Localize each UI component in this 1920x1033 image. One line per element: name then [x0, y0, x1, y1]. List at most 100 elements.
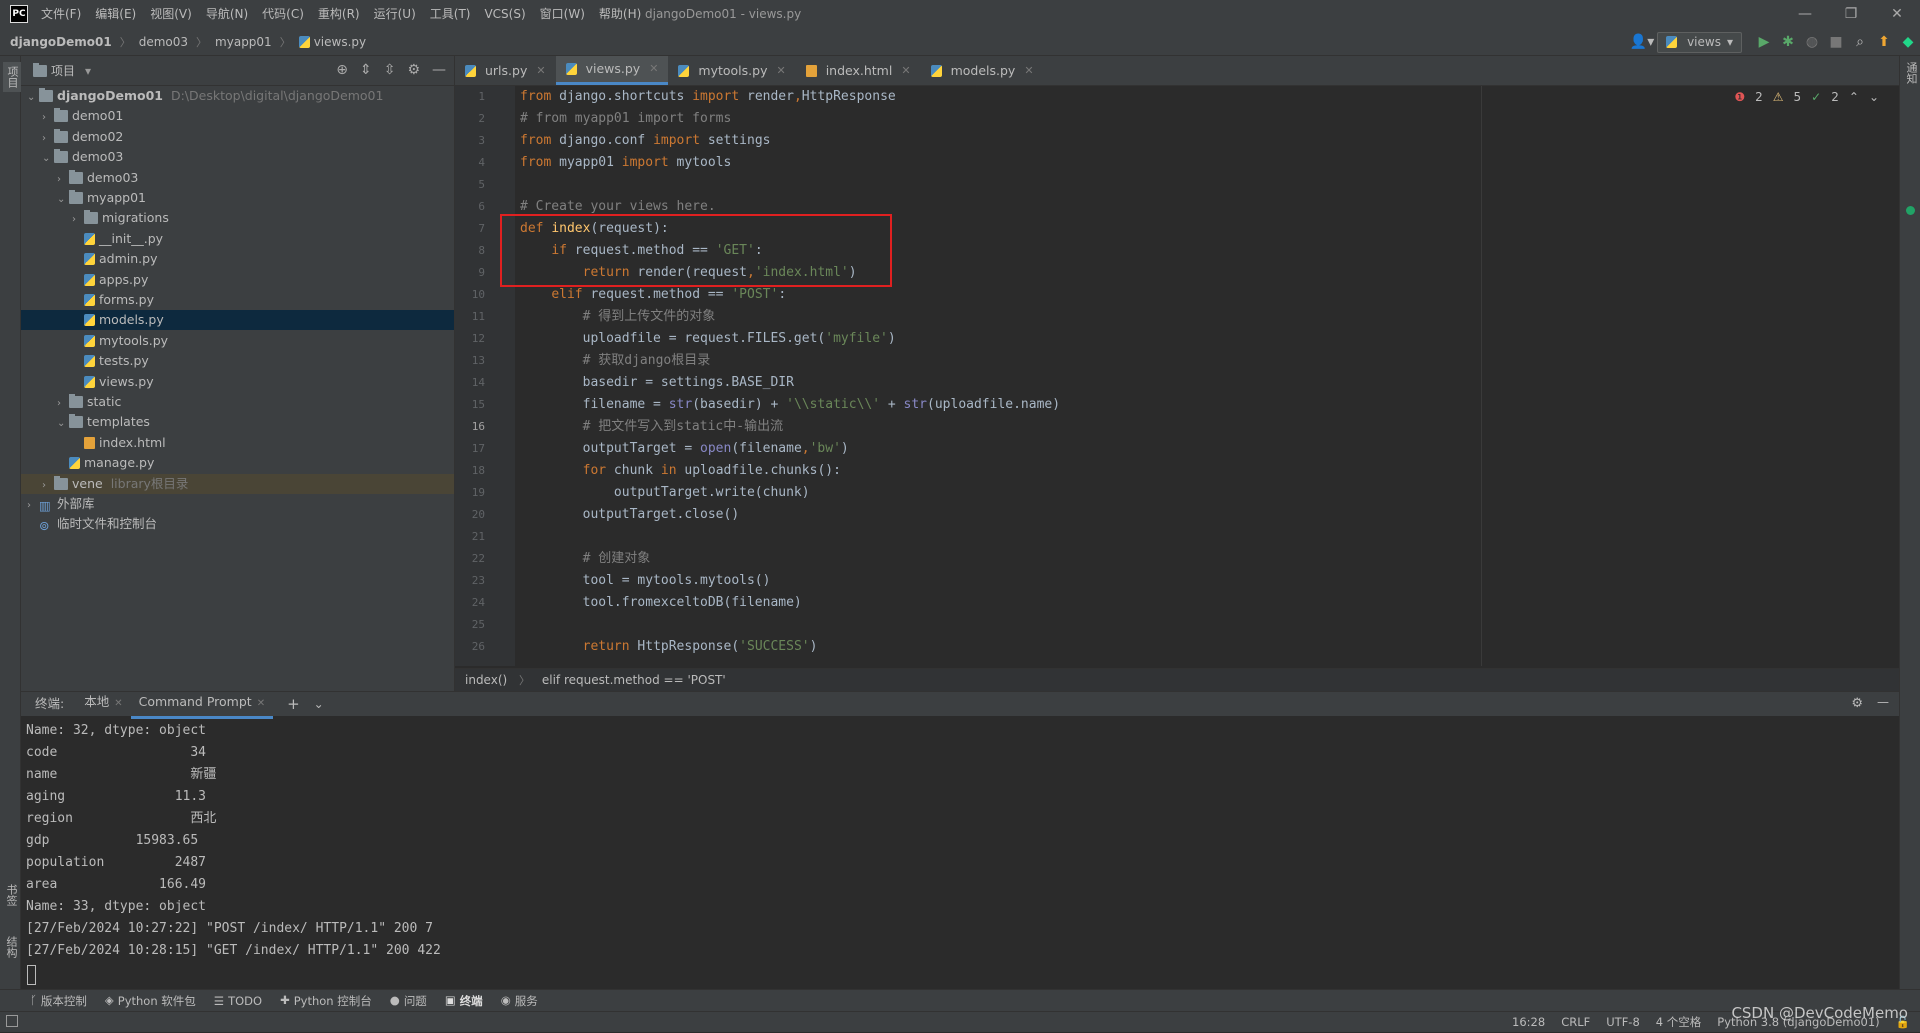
chevron-right-icon[interactable]: › [42, 129, 54, 149]
chevron-right-icon[interactable]: › [27, 496, 39, 516]
project-tool-tab[interactable]: 项目 [3, 62, 21, 92]
tree-item[interactable]: ⌄ myapp01 [21, 188, 454, 208]
menu-item[interactable]: 视图(V) [143, 0, 199, 28]
notifications-tool-tab[interactable]: 通知 [1903, 62, 1919, 84]
chevron-down-icon[interactable]: ⌄ [42, 149, 54, 169]
tool-window-button[interactable]: ▣ 终端 [445, 993, 483, 1009]
menu-item[interactable]: 文件(F) [34, 0, 88, 28]
breadcrumb-project[interactable]: djangoDemo01 [10, 35, 112, 49]
tree-item[interactable]: manage.py [21, 453, 454, 473]
editor-tab[interactable]: urls.py ✕ [455, 56, 556, 85]
tree-item[interactable]: › demo02 [21, 127, 454, 147]
menu-item[interactable]: 代码(C) [255, 0, 311, 28]
terminal-tab[interactable]: 本地 ✕ [76, 690, 130, 719]
editor-tab[interactable]: mytools.py ✕ [668, 56, 795, 85]
ide-logo-icon[interactable]: ◆ [1896, 34, 1920, 50]
tree-item[interactable]: › demo01 [21, 106, 454, 126]
line-separator[interactable]: CRLF [1561, 1012, 1590, 1033]
chevron-right-icon[interactable]: › [42, 476, 54, 496]
chevron-down-icon[interactable]: ⌄ [57, 190, 69, 210]
menu-item[interactable]: 重构(R) [311, 0, 367, 28]
tree-item[interactable]: ⌄ demo03 [21, 147, 454, 167]
chevron-down-icon[interactable]: ⌄ [1869, 90, 1879, 104]
debug-icon[interactable]: ✱ [1776, 34, 1800, 50]
indent-setting[interactable]: 4 个空格 [1656, 1012, 1701, 1033]
locate-icon[interactable]: ⊕ [336, 62, 348, 78]
menu-item[interactable]: 编辑(E) [88, 0, 143, 28]
breadcrumb-function[interactable]: index() [465, 673, 507, 687]
tree-item[interactable]: ⊚ 临时文件和控制台 [21, 514, 454, 534]
tool-window-button[interactable]: ✚ Python 控制台 [280, 993, 372, 1009]
tree-item[interactable]: ⌄ templates [21, 412, 454, 432]
close-window-button[interactable]: ✕ [1874, 0, 1920, 28]
tree-item[interactable]: mytools.py [21, 331, 454, 351]
minimize-button[interactable]: — [1782, 0, 1828, 28]
close-icon[interactable]: ✕ [901, 56, 910, 86]
tree-item[interactable]: admin.py [21, 249, 454, 269]
close-icon[interactable]: ✕ [114, 698, 122, 709]
editor-tab[interactable]: index.html ✕ [796, 56, 921, 85]
tool-window-button[interactable]: ● 问题 [390, 993, 427, 1009]
tree-item[interactable]: › demo03 [21, 168, 454, 188]
file-encoding[interactable]: UTF-8 [1606, 1012, 1640, 1033]
chevron-right-icon[interactable]: › [57, 394, 69, 414]
tree-item[interactable]: apps.py [21, 270, 454, 290]
tool-window-button[interactable]: ◉ 服务 [501, 993, 538, 1009]
gear-icon[interactable]: ⚙ [1851, 696, 1863, 711]
tool-window-button[interactable]: ◈ Python 软件包 [105, 993, 196, 1009]
chevron-right-icon[interactable]: › [42, 108, 54, 128]
gear-icon[interactable]: ⚙ [407, 62, 420, 78]
menu-item[interactable]: 工具(T) [423, 0, 478, 28]
close-icon[interactable]: ✕ [649, 54, 658, 84]
breadcrumb-file[interactable]: views.py [314, 35, 366, 49]
search-icon[interactable]: ⌕ [1848, 34, 1872, 50]
run-icon[interactable]: ▶ [1752, 34, 1776, 50]
expand-all-icon[interactable]: ⇕ [360, 62, 372, 78]
tool-window-button[interactable]: ᚴ 版本控制 [30, 993, 87, 1009]
tree-item[interactable]: › ▥ 外部库 [21, 494, 454, 514]
hide-icon[interactable]: — [432, 62, 446, 78]
menu-item[interactable]: 运行(U) [367, 0, 423, 28]
user-icon[interactable]: 👤▾ [1627, 34, 1657, 50]
tree-item[interactable]: ⌄ djangoDemo01 D:\Desktop\digital\djangoDe… [21, 86, 454, 106]
tree-item[interactable]: forms.py [21, 290, 454, 310]
breadcrumb-branch[interactable]: elif request.method == 'POST' [542, 673, 726, 687]
menu-item[interactable]: VCS(S) [477, 0, 532, 28]
close-icon[interactable]: ✕ [776, 56, 785, 86]
editor-tab[interactable]: models.py ✕ [921, 56, 1044, 85]
tree-item[interactable]: › static [21, 392, 454, 412]
tree-item[interactable]: › vene library根目录 [21, 473, 454, 496]
layout-icon[interactable] [6, 1015, 18, 1027]
menu-item[interactable]: 窗口(W) [533, 0, 592, 28]
chevron-down-icon[interactable]: ⌄ [314, 697, 324, 711]
chevron-right-icon[interactable]: › [57, 170, 69, 190]
hide-icon[interactable]: — [1877, 695, 1889, 709]
maximize-button[interactable]: ❐ [1828, 0, 1874, 28]
coverage-icon[interactable]: ◍ [1800, 34, 1824, 50]
tree-item[interactable]: views.py [21, 372, 454, 392]
editor-tab[interactable]: views.py ✕ [555, 54, 669, 85]
tree-item[interactable]: models.py [21, 310, 454, 331]
tree-item[interactable]: index.html [21, 433, 454, 453]
tree-item[interactable]: tests.py [21, 351, 454, 371]
run-config-selector[interactable]: views ▾ [1657, 31, 1742, 53]
menu-item[interactable]: 帮助(H) [592, 0, 648, 28]
stop-icon[interactable]: ■ [1824, 34, 1848, 50]
bookmarks-tool-tab[interactable]: 书签 [3, 884, 19, 906]
structure-tool-tab[interactable]: 结构 [3, 936, 19, 958]
terminal-tab[interactable]: Command Prompt ✕ [130, 690, 274, 719]
close-icon[interactable]: ✕ [1024, 56, 1033, 86]
tool-window-button[interactable]: ☰ TODO [214, 994, 262, 1008]
caret-position[interactable]: 16:28 [1512, 1012, 1545, 1033]
collapse-all-icon[interactable]: ⇳ [384, 62, 396, 78]
chevron-up-icon[interactable]: ⌃ [1849, 90, 1859, 104]
project-panel-title[interactable]: 项目 [51, 62, 75, 79]
chevron-down-icon[interactable]: ⌄ [57, 414, 69, 434]
chevron-down-icon[interactable]: ⌄ [27, 88, 39, 108]
update-icon[interactable]: ⬆ [1872, 34, 1896, 50]
tree-item[interactable]: __init__.py [21, 229, 454, 249]
chevron-down-icon[interactable]: ▾ [85, 64, 91, 78]
tree-item[interactable]: › migrations [21, 208, 454, 228]
close-icon[interactable]: ✕ [536, 56, 545, 86]
breadcrumb-subfolder[interactable]: myapp01 [215, 35, 272, 49]
